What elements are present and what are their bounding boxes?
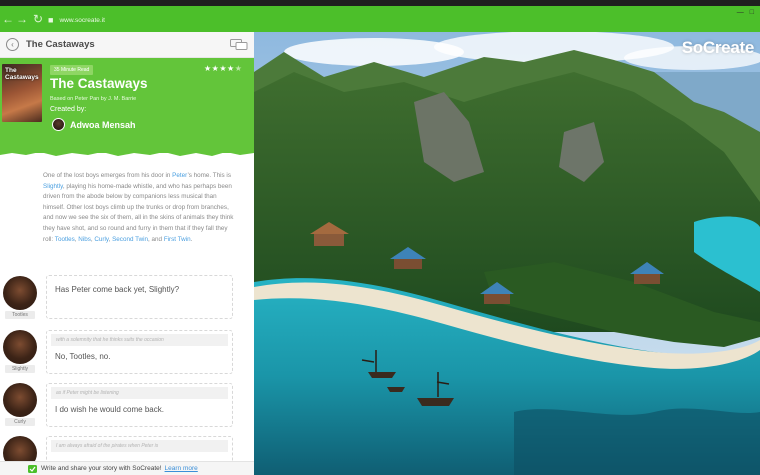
character-link[interactable]: Slightly	[43, 183, 63, 190]
story-cover[interactable]: The Castaways	[2, 64, 42, 122]
panel-header: ‹ The Castaways	[0, 32, 254, 58]
character-link[interactable]: Nibs	[78, 236, 91, 243]
learn-more-link[interactable]: Learn more	[165, 465, 198, 472]
brand-watermark: SoCreate	[681, 38, 755, 57]
socreate-logo-icon	[28, 464, 37, 473]
character-link[interactable]: Curly	[94, 236, 108, 243]
rating-stars[interactable]: ★★★★★	[204, 64, 242, 73]
lock-icon: ■	[48, 15, 54, 25]
speaker-name: Slightly	[5, 365, 35, 373]
dialogue-bubble[interactable]: Has Peter come back yet, Slightly?	[46, 275, 233, 319]
created-by-label: Created by:	[50, 106, 87, 113]
speaker-avatar[interactable]	[3, 383, 37, 417]
forward-arrow-icon[interactable]: →	[16, 12, 28, 26]
chat-icon[interactable]	[230, 38, 248, 51]
maximize-icon[interactable]: □	[750, 9, 754, 16]
back-arrow-icon[interactable]: ←	[2, 12, 14, 26]
back-circle-icon[interactable]: ‹	[6, 38, 19, 51]
speaker-avatar[interactable]	[3, 276, 37, 310]
address-bar[interactable]: ■ www.socreate.it	[48, 13, 688, 27]
character-link[interactable]: Tootles	[55, 236, 75, 243]
footer-text: Write and share your story with SoCreate…	[41, 465, 162, 472]
window-controls: — □	[737, 9, 754, 16]
story-header: The Castaways 35 Minute Read ★★★★★ The Ca…	[0, 58, 254, 156]
character-link[interactable]: Peter	[172, 172, 187, 179]
dialogue-bubble[interactable]: as if Peter might be listening I do wish…	[46, 383, 233, 427]
dialogue-text: Has Peter come back yet, Slightly?	[55, 285, 180, 294]
story-panel: ‹ The Castaways The Castaways 35 Minute R…	[0, 32, 254, 475]
dialogue-bubble[interactable]: with a solemnity that he thinks suits th…	[46, 330, 233, 374]
story-title: The Castaways	[50, 76, 148, 91]
story-source: Based on Peter Pan by J. M. Barrie	[50, 96, 137, 102]
island-illustration	[254, 32, 760, 475]
cover-title: The Castaways	[5, 67, 39, 81]
reload-icon[interactable]: ↻	[33, 12, 43, 26]
speaker-name: Curly	[5, 418, 35, 426]
torn-edge	[0, 148, 254, 156]
star-empty-icon: ★	[234, 64, 243, 73]
minimize-icon[interactable]: —	[737, 9, 744, 16]
stage-direction: as if Peter might be listening	[51, 387, 228, 399]
dialogue-text: No, Tootles, no.	[55, 352, 111, 361]
star-filled-icon: ★★★★	[204, 64, 235, 73]
promo-footer: Write and share your story with SoCreate…	[0, 461, 254, 475]
read-time-badge: 35 Minute Read	[50, 65, 94, 75]
url-text: www.socreate.it	[59, 16, 105, 24]
author-name[interactable]: Adwoa Mensah	[70, 120, 136, 130]
dialogue-text: I do wish he would come back.	[55, 405, 164, 414]
stage-direction: I am always afraid of the pirates when P…	[51, 440, 228, 452]
speaker-avatar[interactable]	[3, 330, 37, 364]
scene-narration: One of the lost boys emerges from his do…	[43, 172, 234, 243]
character-link[interactable]: Second Twin	[112, 236, 148, 243]
author-avatar[interactable]	[52, 118, 65, 131]
scene-image: SoCreate	[254, 32, 760, 475]
panel-title: The Castaways	[26, 39, 95, 50]
speaker-name: Tootles	[5, 311, 35, 319]
stage-direction: with a solemnity that he thinks suits th…	[51, 334, 228, 346]
character-link[interactable]: First Twin	[164, 236, 191, 243]
